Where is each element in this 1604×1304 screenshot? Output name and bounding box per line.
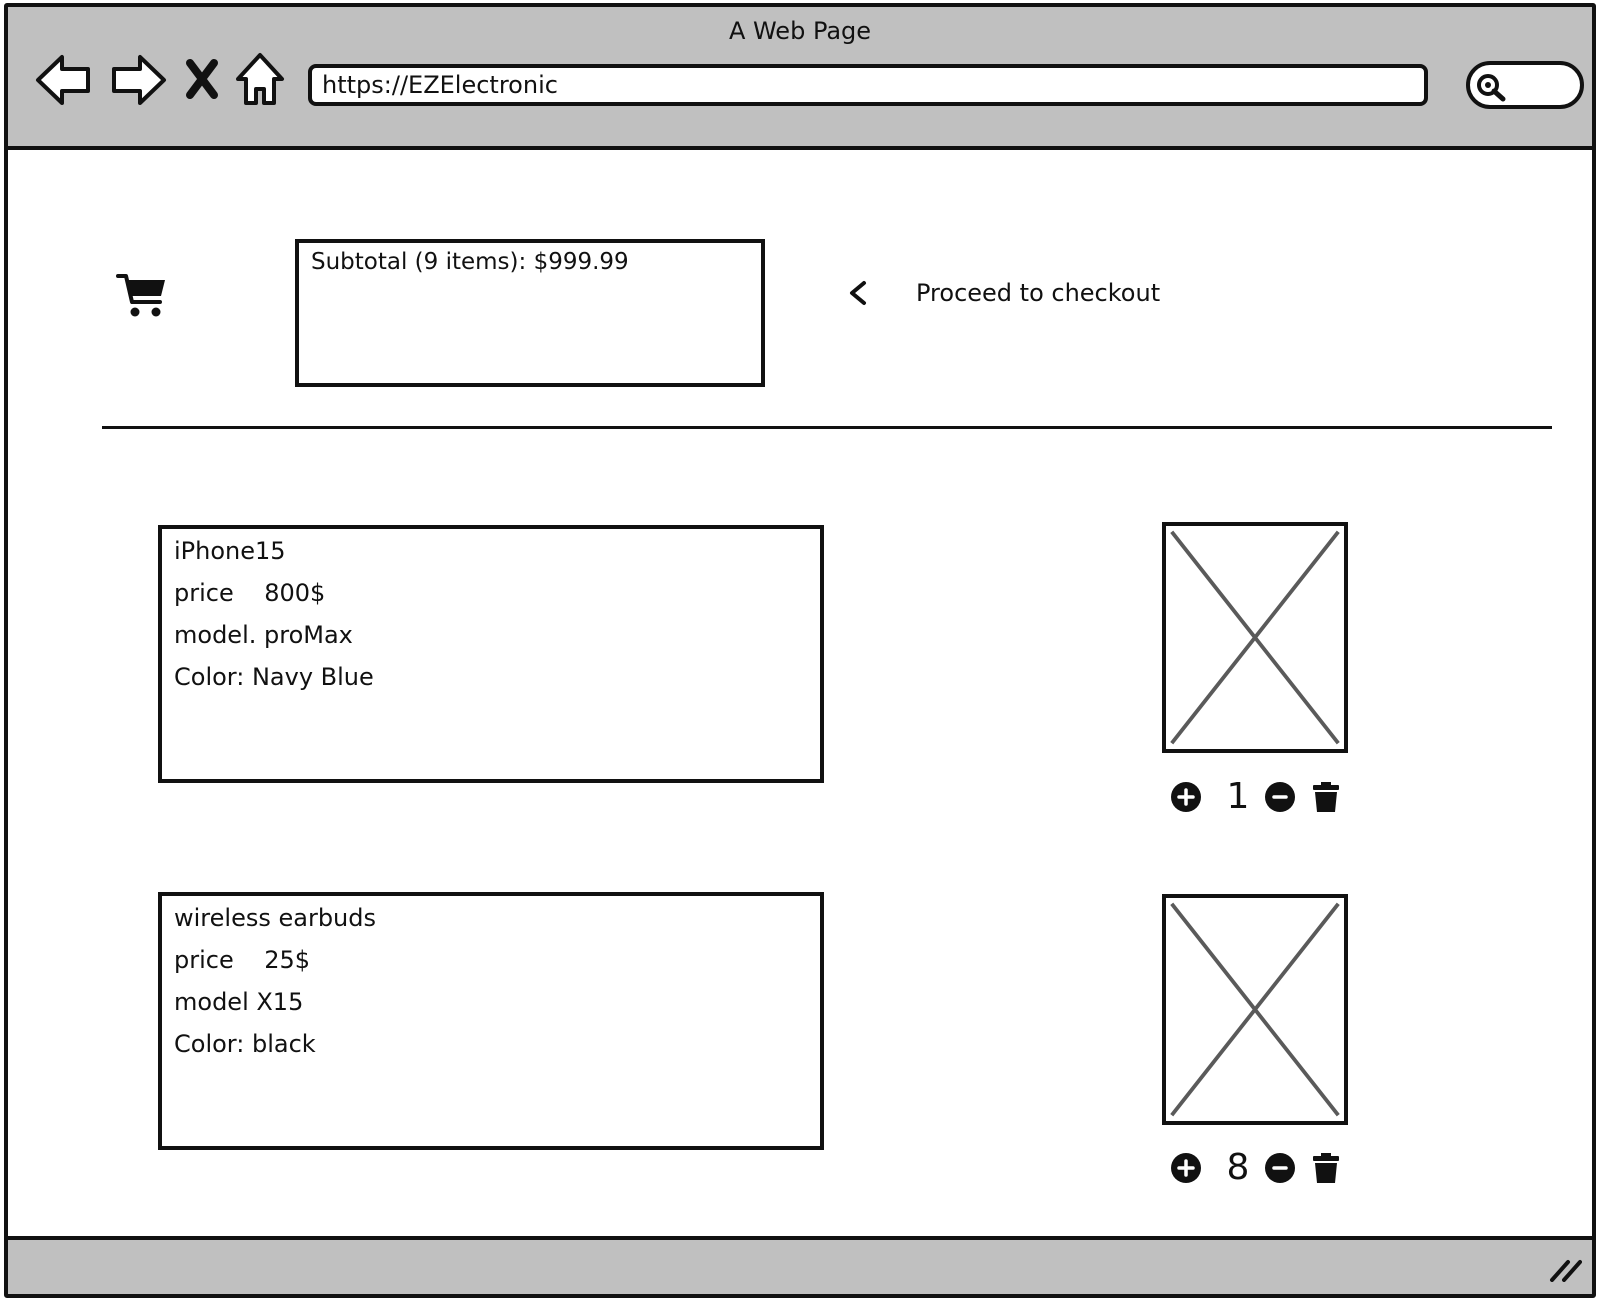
product-image [1162, 522, 1348, 753]
stop-button[interactable] [182, 49, 222, 111]
product-image [1162, 894, 1348, 1125]
shopping-cart-icon [116, 272, 168, 320]
item-name: wireless earbuds [174, 904, 376, 932]
remove-item-button[interactable] [1310, 1152, 1342, 1184]
address-bar[interactable]: https://EZElectronic [308, 64, 1428, 106]
resize-handle[interactable] [1548, 1256, 1582, 1282]
browser-window: A Web Page https://EZElectronic Subtotal… [4, 3, 1596, 1298]
window-title: A Web Page [728, 17, 872, 45]
quantity-value: 1 [1226, 776, 1250, 817]
quantity-stepper: 8 [1170, 1146, 1350, 1190]
decrease-quantity-button[interactable] [1264, 1152, 1296, 1184]
back-arrow-icon [36, 55, 90, 105]
forward-button[interactable] [106, 49, 168, 111]
plus-circle-icon [1171, 782, 1201, 812]
item-color: Color: Navy Blue [174, 663, 374, 691]
image-placeholder-icon [1170, 902, 1340, 1117]
search-input[interactable] [1466, 61, 1584, 109]
resize-grip-icon [1550, 1260, 1582, 1282]
item-model: model X15 [174, 988, 304, 1016]
close-icon [186, 59, 218, 99]
search-icon [1477, 74, 1506, 102]
subtotal-text: Subtotal (9 items): $999.99 [311, 249, 629, 275]
checkout-label: Proceed to checkout [916, 279, 1161, 307]
cart-item-details: iPhone15 price 800$ model. proMax Color:… [158, 525, 824, 783]
quantity-value: 8 [1226, 1147, 1250, 1188]
increase-quantity-button[interactable] [1170, 781, 1202, 813]
plus-circle-icon [1171, 1153, 1201, 1183]
proceed-to-checkout-button[interactable]: Proceed to checkout [846, 273, 1160, 313]
item-price: price 800$ [174, 579, 326, 607]
trash-icon [1313, 1153, 1339, 1183]
decrease-quantity-button[interactable] [1264, 781, 1296, 813]
item-name: iPhone15 [174, 537, 286, 565]
increase-quantity-button[interactable] [1170, 1152, 1202, 1184]
cart-item-details: wireless earbuds price 25$ model X15 Col… [158, 892, 824, 1150]
minus-circle-icon [1265, 1153, 1295, 1183]
quantity-stepper: 1 [1170, 775, 1350, 819]
remove-item-button[interactable] [1310, 781, 1342, 813]
subtotal-panel: Subtotal (9 items): $999.99 [295, 239, 765, 387]
item-model: model. proMax [174, 621, 353, 649]
browser-toolbar: A Web Page https://EZElectronic [8, 7, 1592, 150]
item-color: Color: black [174, 1030, 316, 1058]
home-button[interactable] [234, 49, 286, 111]
status-bar [8, 1236, 1592, 1294]
minus-circle-icon [1265, 782, 1295, 812]
back-button[interactable] [34, 49, 96, 111]
section-divider [102, 426, 1552, 429]
home-icon [236, 53, 284, 105]
item-price: price 25$ [174, 946, 311, 974]
trash-icon [1313, 782, 1339, 812]
image-placeholder-icon [1170, 530, 1340, 745]
chevron-left-icon [850, 281, 866, 305]
forward-arrow-icon [112, 55, 166, 105]
